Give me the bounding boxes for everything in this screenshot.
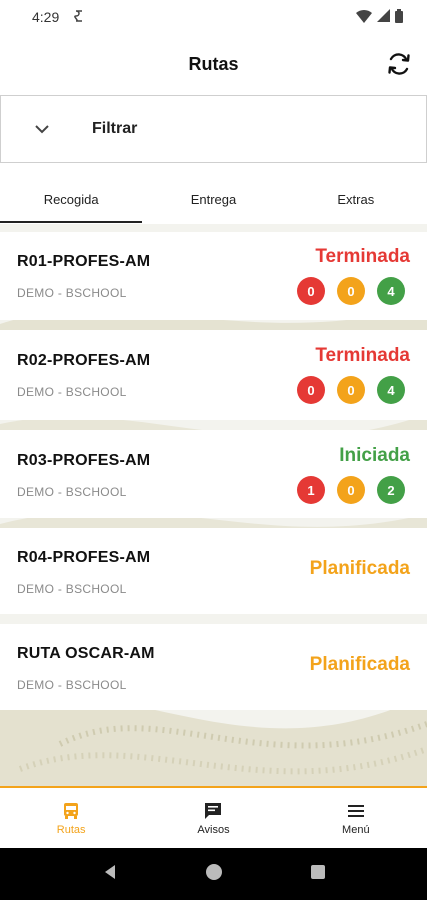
count-badge-green: 2 bbox=[377, 476, 405, 504]
filter-label: Filtrar bbox=[92, 120, 138, 137]
route-card[interactable]: R02-PROFES-AM DEMO - BSCHOOL Terminada 0… bbox=[0, 330, 427, 420]
route-status: Iniciada bbox=[339, 445, 410, 466]
sync-status-icon bbox=[73, 9, 85, 26]
count-badge-red: 1 bbox=[297, 476, 325, 504]
home-icon[interactable] bbox=[205, 863, 223, 886]
nav-item-rutas[interactable]: Rutas bbox=[0, 788, 142, 848]
route-name: R01-PROFES-AM bbox=[17, 253, 151, 270]
bottom-nav: Rutas Avisos Menú bbox=[0, 786, 427, 848]
tab-recogida[interactable]: Recogida bbox=[0, 175, 143, 223]
tab-label: Extras bbox=[337, 191, 375, 207]
count-badge-red: 0 bbox=[297, 376, 325, 404]
count-badge-orange: 0 bbox=[337, 476, 365, 504]
route-school: DEMO - BSCHOOL bbox=[17, 286, 127, 300]
route-card[interactable]: R01-PROFES-AM DEMO - BSCHOOL Terminada 0… bbox=[0, 232, 427, 320]
count-badge-red: 0 bbox=[297, 277, 325, 305]
bus-icon bbox=[64, 802, 79, 819]
route-status: Planificada bbox=[309, 654, 410, 675]
count-badge-green: 4 bbox=[377, 376, 405, 404]
nav-item-avisos[interactable]: Avisos bbox=[142, 788, 284, 848]
route-name: R04-PROFES-AM bbox=[17, 549, 151, 566]
route-status: Terminada bbox=[315, 246, 410, 267]
route-card[interactable]: R04-PROFES-AM DEMO - BSCHOOL Planificada bbox=[0, 528, 427, 614]
nav-item-menu[interactable]: Menú bbox=[285, 788, 427, 848]
route-status: Terminada bbox=[315, 345, 410, 366]
signal-icon bbox=[377, 9, 390, 25]
route-list[interactable]: R01-PROFES-AM DEMO - BSCHOOL Terminada 0… bbox=[0, 224, 427, 786]
status-time: 4:29 bbox=[32, 9, 60, 25]
route-badges: 1 0 2 bbox=[297, 476, 405, 504]
route-badges: 0 0 4 bbox=[297, 277, 405, 305]
route-status: Planificada bbox=[309, 558, 410, 579]
route-school: DEMO - BSCHOOL bbox=[17, 678, 127, 692]
route-name: RUTA OSCAR-AM bbox=[17, 645, 155, 662]
route-school: DEMO - BSCHOOL bbox=[17, 582, 127, 596]
route-school: DEMO - BSCHOOL bbox=[17, 485, 127, 499]
tab-extras[interactable]: Extras bbox=[285, 175, 427, 223]
tab-label: Recogida bbox=[43, 191, 99, 207]
route-badges: 0 0 4 bbox=[297, 376, 405, 404]
route-name: R03-PROFES-AM bbox=[17, 452, 151, 469]
route-school: DEMO - BSCHOOL bbox=[17, 385, 127, 399]
refresh-icon bbox=[388, 53, 410, 75]
chat-icon bbox=[205, 802, 222, 819]
recents-icon[interactable] bbox=[309, 863, 327, 886]
battery-icon bbox=[395, 8, 403, 26]
app-bar: Rutas bbox=[0, 34, 427, 94]
nav-label: Avisos bbox=[197, 823, 230, 836]
refresh-button[interactable] bbox=[383, 48, 415, 80]
route-card[interactable]: RUTA OSCAR-AM DEMO - BSCHOOL Planificada bbox=[0, 624, 427, 710]
tab-label: Entrega bbox=[190, 191, 237, 207]
count-badge-orange: 0 bbox=[337, 277, 365, 305]
system-nav-bar bbox=[0, 848, 427, 900]
chevron-down-icon bbox=[34, 124, 54, 134]
filter-dropdown[interactable]: Filtrar bbox=[0, 95, 427, 163]
back-icon[interactable] bbox=[101, 863, 119, 886]
route-tabs: Recogida Entrega Extras bbox=[0, 175, 427, 223]
wifi-icon bbox=[356, 9, 372, 26]
route-name: R02-PROFES-AM bbox=[17, 352, 151, 369]
nav-label: Rutas bbox=[56, 823, 86, 836]
nav-label: Menú bbox=[342, 823, 370, 836]
status-bar: 4:29 bbox=[0, 0, 427, 34]
count-badge-green: 4 bbox=[377, 277, 405, 305]
route-card[interactable]: R03-PROFES-AM DEMO - BSCHOOL Iniciada 1 … bbox=[0, 430, 427, 518]
menu-icon bbox=[347, 804, 364, 817]
count-badge-orange: 0 bbox=[337, 376, 365, 404]
page-title: Rutas bbox=[188, 53, 239, 74]
tab-entrega[interactable]: Entrega bbox=[142, 175, 284, 223]
